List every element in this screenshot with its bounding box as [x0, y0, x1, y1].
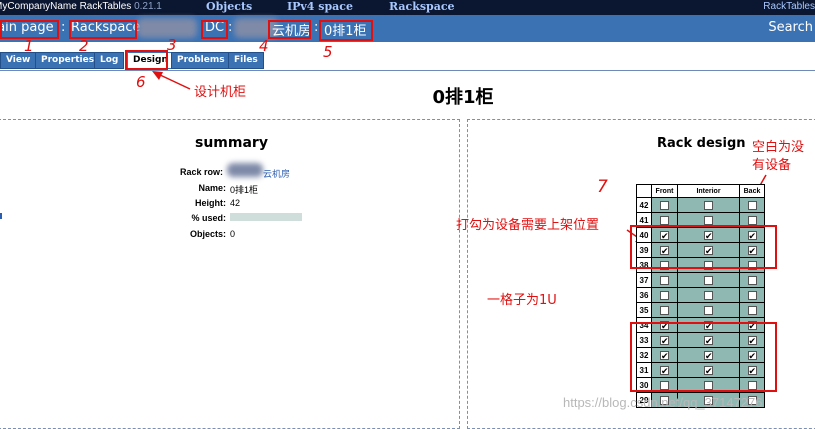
watermark: https://blog.csdn.net/qq_37147276 [563, 395, 763, 410]
summary-label-height: Height: [195, 198, 226, 208]
rack-cell-interior [677, 302, 740, 318]
rack-unit-number: 42 [636, 197, 652, 213]
rack-checkbox-interior[interactable] [704, 200, 713, 210]
rack-cell-back [739, 287, 765, 303]
rack-cell-interior [677, 197, 740, 213]
summary-title: summary [195, 135, 268, 151]
rack-unit-row: 42 [636, 197, 765, 213]
redacted-region [227, 163, 263, 177]
rack-checkbox-back[interactable] [747, 275, 757, 285]
rack-unit-number: 35 [636, 302, 652, 318]
usage-bar [230, 213, 302, 221]
summary-label-name: Name: [198, 183, 226, 193]
rack-checkbox-front[interactable] [660, 290, 669, 300]
rack-checkbox-interior[interactable] [704, 275, 713, 285]
rack-checkbox-interior[interactable] [704, 305, 713, 315]
rack-checkbox-front[interactable] [660, 200, 669, 210]
rack-cell-back [739, 197, 765, 213]
rack-checkbox-back[interactable] [747, 215, 757, 225]
column-header-interior: Interior [677, 184, 740, 198]
rack-cell-interior [677, 287, 740, 303]
summary-label-used: % used: [191, 213, 226, 223]
rack-cell-front [651, 197, 678, 213]
rack-cell-back [739, 302, 765, 318]
rack-cell-front [651, 287, 678, 303]
annotation-blank-2: 有设备 [752, 158, 792, 173]
rack-cell-back [739, 272, 765, 288]
rack-checkbox-interior[interactable] [704, 215, 713, 225]
rack-cell-front [651, 272, 678, 288]
rack-unit-row: 36 [636, 287, 765, 303]
rack-header-row: Front Interior Back [636, 184, 765, 198]
rack-cell-interior [677, 272, 740, 288]
rack-row-link[interactable]: 云机房 [263, 169, 290, 179]
annotation-box [630, 225, 777, 269]
rack-design-title: Rack design [657, 136, 746, 151]
rack-checkbox-back[interactable] [747, 305, 757, 315]
unit-header [636, 184, 652, 198]
column-header-front: Front [651, 184, 678, 198]
left-edge-mark [0, 213, 2, 219]
rack-checkbox-front[interactable] [660, 275, 669, 285]
rack-checkbox-interior[interactable] [704, 290, 713, 300]
rack-unit-row: 35 [636, 302, 765, 318]
annotation-box [630, 322, 777, 392]
summary-value-height: 42 [230, 198, 241, 208]
rack-checkbox-back[interactable] [747, 200, 757, 210]
summary-value-rack-row[interactable]: 云机房 [263, 167, 290, 180]
rack-checkbox-front[interactable] [660, 305, 669, 315]
rack-unit-row: 37 [636, 272, 765, 288]
rack-unit-number: 36 [636, 287, 652, 303]
column-header-back: Back [739, 184, 765, 198]
summary-label-rack-row: Rack row: [179, 167, 223, 177]
summary-label-objects: Objects: [189, 229, 226, 239]
annotation-blank-1: 空白为没 [752, 140, 805, 155]
rack-checkbox-back[interactable] [747, 290, 757, 300]
rack-checkbox-front[interactable] [660, 215, 669, 225]
page-title: 0排1柜 [432, 87, 494, 108]
annotation-checked-meaning: 打勾为设备需要上架位置 [456, 218, 600, 233]
summary-value-name: 0排1柜 [230, 185, 259, 195]
summary-value-objects: 0 [230, 229, 236, 239]
annotation-one-cell-1u: 一格子为1U [487, 293, 557, 308]
rack-unit-number: 37 [636, 272, 652, 288]
rack-cell-front [651, 302, 678, 318]
